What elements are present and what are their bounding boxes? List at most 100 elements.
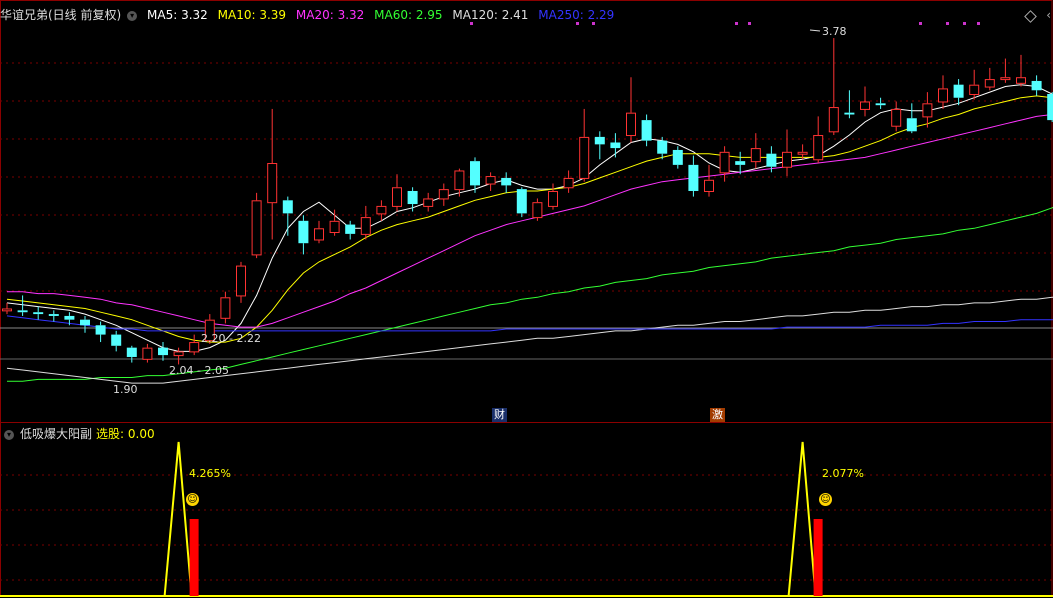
candle-down [594,136,605,145]
candle-up [376,205,387,215]
indicator-header: ▾ 低吸爆大阳副 选股: 0.00 [0,425,161,443]
candle-up [579,136,590,179]
candle-down [17,310,28,313]
high-price-label: 3.78 [822,25,847,38]
ma60-label: MA60: 2.95 [374,8,443,22]
indicator-peak [163,441,193,597]
ma20-label: MA20: 3.32 [295,8,365,22]
smiley-icon: ☺ [186,493,199,506]
candle-up [142,347,153,360]
candle-down [48,314,59,316]
candle-up [984,79,995,88]
candle-down [158,347,168,356]
candle-up [438,189,449,200]
candle-up [860,101,870,110]
candle-down [95,325,106,335]
signal-pct-label: 4.265% [189,467,231,480]
incentive-event-tag[interactable]: 激 [710,408,725,422]
candle-down [766,153,777,167]
candle-down [33,312,44,315]
candle-down [126,347,137,357]
ma5-label: MA5: 3.32 [147,8,208,22]
candle-up [532,202,543,219]
range-upper-label: 2.20 - 2.22 [201,332,261,345]
pointer-line [809,29,821,32]
candle-up [251,200,262,256]
kline-chart[interactable] [0,0,1053,598]
candle-up [485,176,496,185]
candle-up [189,342,200,353]
range-lower-label: 2.04 - 2.05 [169,364,229,377]
indicator-name[interactable]: 低吸爆大阳副 [20,427,92,441]
candle-up [314,228,324,241]
candle-up [173,351,184,357]
candle-down [875,103,886,106]
candle-up [563,177,574,189]
candle-up [236,265,246,297]
candle-up [750,148,761,163]
candle-down [1047,94,1053,121]
candle-down [844,112,855,115]
candle-up [782,151,792,168]
candle-up [922,103,933,118]
ma-line-ma20 [7,113,1053,328]
signal-dot [919,22,922,25]
smiley-icon: ☺ [819,493,832,506]
candle-down [501,177,512,186]
signal-dot [748,22,751,25]
stock-title[interactable]: 华谊兄弟(日线 前复权) [0,8,121,22]
signal-dot [963,22,966,25]
select-value: 选股: 0.00 [96,427,155,441]
candle-down [657,140,668,154]
candle-up [454,170,465,191]
candle-down [345,224,356,234]
chevron-down-icon[interactable]: ▾ [127,10,138,21]
candle-down [688,164,699,191]
finance-event-tag[interactable]: 财 [492,408,507,422]
candle-down [407,190,418,205]
signal-dot [735,22,738,25]
candle-down [80,319,90,326]
signal-pct-label: 2.077% [822,467,864,480]
candle-up [719,151,730,174]
candle-up [813,135,824,161]
signal-dot [977,22,980,25]
candle-up [1016,77,1026,84]
candle-down [953,84,964,98]
signal-dot [946,22,949,25]
chevron-left-icon[interactable]: ‹ [1046,8,1051,22]
candle-up [548,190,558,207]
candle-down [610,142,621,149]
indicator-peak [787,441,817,597]
candle-up [969,84,980,96]
ma-line-ma120 [6,296,1053,384]
candle-up [626,112,636,137]
candle-up [2,308,12,312]
candle-down [298,220,309,244]
candle-down [470,161,480,186]
candle-down [516,189,527,214]
ma-line-ma250 [6,315,1053,332]
candle-up [360,217,371,235]
ma250-label: MA250: 2.29 [538,8,615,22]
candle-up [267,163,278,204]
candle-up [220,297,231,319]
candle-down [641,120,652,141]
candle-up [423,198,434,207]
candle-down [64,315,75,320]
candle-up [891,108,902,127]
low-price-label: 1.90 [113,383,138,396]
candle-up [938,88,948,103]
candle-down [672,149,683,165]
candle-down [282,200,293,214]
candle-down [111,334,122,346]
candle-up [828,107,839,133]
candle-down [906,118,917,132]
candle-up [392,187,402,207]
candle-up [329,220,340,234]
candle-up [797,151,808,155]
ma10-label: MA10: 3.39 [217,8,287,22]
chevron-down-icon[interactable]: ▾ [4,429,14,440]
ma120-label: MA120: 2.41 [452,8,529,22]
candle-up [704,179,714,192]
